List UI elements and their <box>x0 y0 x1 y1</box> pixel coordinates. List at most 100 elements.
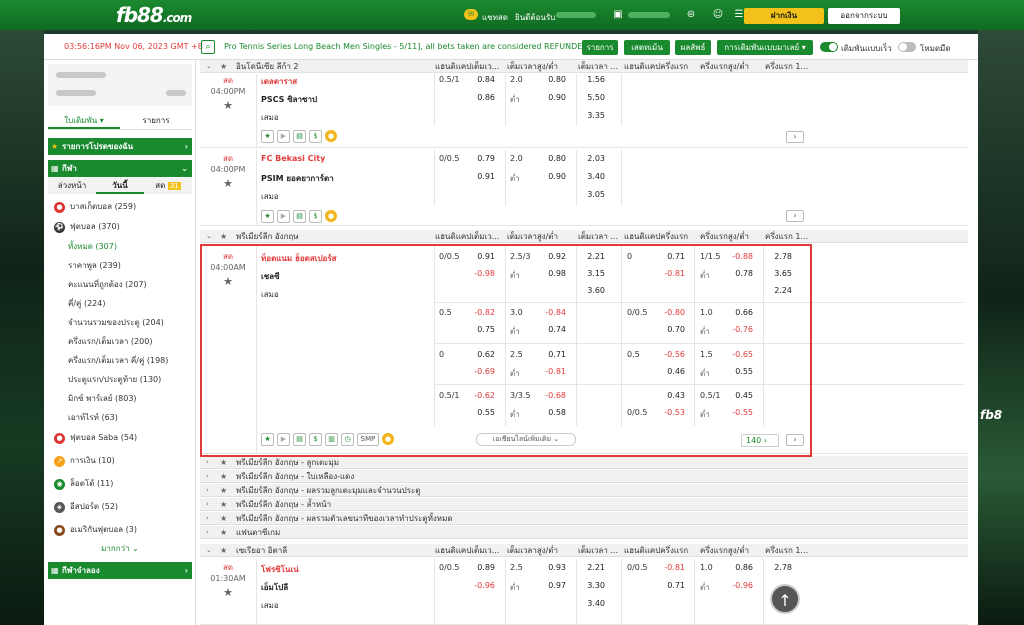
league-row[interactable]: › ★ แฟนตาซีเกม <box>200 526 968 539</box>
coin-icon[interactable]: ● <box>325 210 337 222</box>
odds-cell[interactable]: 0.46 <box>655 367 685 376</box>
odds-cell[interactable]: 0.75 <box>465 325 495 334</box>
league-row[interactable]: › ★ พรีเมียร์ลีก อังกฤษ - ล้ำหน้า <box>200 498 968 511</box>
odds-cell[interactable]: -0.88 <box>723 252 753 261</box>
sidebar-sub-pool[interactable]: ราคาพูล (239) <box>48 257 192 275</box>
sidebar-item-lotto[interactable]: ◉ ล็อตโต้ (11) <box>48 475 192 493</box>
odds-cell[interactable]: -0.55 <box>723 408 753 417</box>
star-icon[interactable]: ★ <box>261 130 274 143</box>
dollar-icon[interactable]: $ <box>309 210 322 223</box>
league-row[interactable]: › ★ พรีเมียร์ลีก อังกฤษ - ใบเหลือง-แดง <box>200 470 968 483</box>
odds-cell[interactable]: 2.78 <box>762 252 792 261</box>
more-sports-link[interactable]: มากกว่า ⌄ <box>48 542 192 555</box>
odds-cell[interactable]: 2.21 <box>575 563 605 572</box>
stats-icon[interactable]: ▤ <box>293 433 306 446</box>
expand-button[interactable]: › <box>786 210 804 222</box>
wallet-icon[interactable]: ▣ <box>612 9 624 20</box>
bet-settings-dropdown[interactable]: การเดิมพันแบบมาเลย์ ▾ <box>717 40 813 55</box>
star-icon[interactable]: ★ <box>261 210 274 223</box>
odds-cell[interactable]: -0.81 <box>536 367 566 376</box>
odds-cell[interactable]: -0.62 <box>465 391 495 400</box>
stats-icon[interactable]: ▤ <box>293 210 306 223</box>
odds-cell[interactable]: 1.56 <box>575 75 605 84</box>
league-row[interactable]: › ★ พรีเมียร์ลีก อังกฤษ - ลูกเตะมุม <box>200 456 968 469</box>
star-icon[interactable]: ★ <box>261 433 274 446</box>
coin-icon[interactable]: ● <box>325 130 337 142</box>
odds-cell[interactable]: -0.96 <box>465 581 495 590</box>
sidebar-item-basketball[interactable]: ● บาสเก็ตบอล (259) <box>48 198 192 216</box>
league-row[interactable]: › ★ พรีเมียร์ลีก อังกฤษ - ผลรวมตัวเลขนาทีข… <box>200 512 968 525</box>
odds-cell[interactable]: 0.66 <box>723 308 753 317</box>
league-row[interactable]: ⌄ ★ พรีเมียร์ลีก อังกฤษ แฮนดิแคปเต็มเว... … <box>200 230 968 243</box>
odds-cell[interactable]: 2.21 <box>575 252 605 261</box>
odds-cell[interactable]: -0.81 <box>655 563 685 572</box>
odds-cell[interactable]: 0.74 <box>536 325 566 334</box>
odds-cell[interactable]: 0.71 <box>655 581 685 590</box>
sidebar-item-football[interactable]: ⚽ ฟุตบอล (370) <box>48 218 192 236</box>
odds-cell[interactable]: 0.86 <box>723 563 753 572</box>
odds-cell[interactable]: 0.71 <box>655 252 685 261</box>
odds-cell[interactable]: 0.93 <box>536 563 566 572</box>
tab-early[interactable]: ล่วงหน้า <box>48 178 96 194</box>
play-icon[interactable]: ▶ <box>277 433 290 446</box>
odds-cell[interactable]: 0.45 <box>723 391 753 400</box>
odds-cell[interactable]: -0.81 <box>655 269 685 278</box>
odds-cell[interactable]: 0.86 <box>465 93 495 102</box>
odds-cell[interactable]: -0.84 <box>536 308 566 317</box>
sidebar-item-saba[interactable]: ● ฟุตบอล Saba (54) <box>48 429 192 447</box>
play-icon[interactable]: ▶ <box>277 210 290 223</box>
odds-cell[interactable]: 2.24 <box>762 286 792 295</box>
odds-cell[interactable]: 3.40 <box>575 172 605 181</box>
dark-mode-toggle[interactable] <box>898 42 916 52</box>
sidebar-sub-parlay[interactable]: มิกซ์ พาร์เลย์ (803) <box>48 390 192 408</box>
sidebar-sub-outright[interactable]: เอาท์ไรท์ (63) <box>48 409 192 427</box>
results-button[interactable]: ผลลัพธ์ <box>675 40 711 55</box>
odds-cell[interactable]: 0.98 <box>536 269 566 278</box>
odds-cell[interactable]: -0.98 <box>465 269 495 278</box>
virtual-sports-header[interactable]: ▦ กีฬาจำลอง › <box>48 562 192 579</box>
odds-cell[interactable]: 0.90 <box>536 93 566 102</box>
odds-cell[interactable]: 0.90 <box>536 172 566 181</box>
sidebar-item-finance[interactable]: ↗ การเงิน (10) <box>48 452 192 470</box>
quick-bet-toggle[interactable] <box>820 42 838 52</box>
tab-betslip[interactable]: ใบเดิมพัน ▾ <box>48 112 120 129</box>
odds-cell[interactable]: -0.76 <box>723 325 753 334</box>
odds-cell[interactable]: 0.91 <box>465 252 495 261</box>
odds-cell[interactable]: 0.84 <box>465 75 495 84</box>
announcement-ticker[interactable]: Pro Tennis Series Long Beach Men Singles… <box>224 42 588 51</box>
sidebar-sub-htft-oe[interactable]: ครึ่งแรก/เต็มเวลา คี่/คู่ (198) <box>48 352 192 370</box>
odds-cell[interactable]: -0.69 <box>465 367 495 376</box>
odds-cell[interactable]: -0.82 <box>465 308 495 317</box>
stats-icon[interactable]: ▤ <box>293 130 306 143</box>
logo[interactable]: fb88.com <box>116 3 192 27</box>
chat-label[interactable]: แชทสด <box>482 11 508 24</box>
league-row[interactable]: ⌄ ★ อินโดนีเซีย ลีก้า 2 แฮนดิแคปเต็มเว... … <box>200 60 968 73</box>
league-row[interactable]: › ★ พรีเมียร์ลีก อังกฤษ - ผลรวมลูกเตะมุมแล… <box>200 484 968 497</box>
user-icon[interactable]: ☺ <box>712 9 724 20</box>
odds-cell[interactable]: -0.53 <box>655 408 685 417</box>
expand-button[interactable]: › <box>786 131 804 143</box>
logout-button[interactable]: ออกจากระบบ <box>828 8 900 24</box>
odds-cell[interactable]: 0.55 <box>723 367 753 376</box>
expand-button[interactable]: › <box>786 434 804 446</box>
odds-cell[interactable]: 0.58 <box>536 408 566 417</box>
dollar-icon[interactable]: $ <box>309 433 322 446</box>
odds-cell[interactable]: 0.55 <box>465 408 495 417</box>
statement-button[interactable]: เสตทเม้น <box>624 40 670 55</box>
promo-icon[interactable]: ⊜ <box>682 9 700 20</box>
sidebar-sub-htft[interactable]: ครึ่งแรก/เต็มเวลา (200) <box>48 333 192 351</box>
chart-icon[interactable]: ▥ <box>325 433 338 446</box>
sidebar-sub-first-last[interactable]: ประตูแรก/ประตูท้าย (130) <box>48 371 192 389</box>
favorite-star-icon[interactable]: ★ <box>200 99 256 112</box>
odds-cell[interactable]: 2.78 <box>762 563 792 572</box>
odds-cell[interactable]: 3.35 <box>575 111 605 120</box>
coin-icon[interactable]: ● <box>382 433 394 445</box>
sidebar-sub-correct-score[interactable]: คะแนนที่ถูกต้อง (207) <box>48 276 192 294</box>
scroll-to-top-button[interactable]: ↑ <box>770 584 800 614</box>
odds-cell[interactable]: 0.97 <box>536 581 566 590</box>
smp-button[interactable]: SMP <box>357 433 379 446</box>
league-row[interactable]: ⌄ ★ เซเรียอา อิตาลี แฮนดิแคปเต็มเว... เต็ม… <box>200 544 968 557</box>
odds-cell[interactable]: 0.80 <box>536 75 566 84</box>
sidebar-sub-odd-even[interactable]: คี่/คู่ (224) <box>48 295 192 313</box>
odds-cell[interactable]: -0.56 <box>655 350 685 359</box>
